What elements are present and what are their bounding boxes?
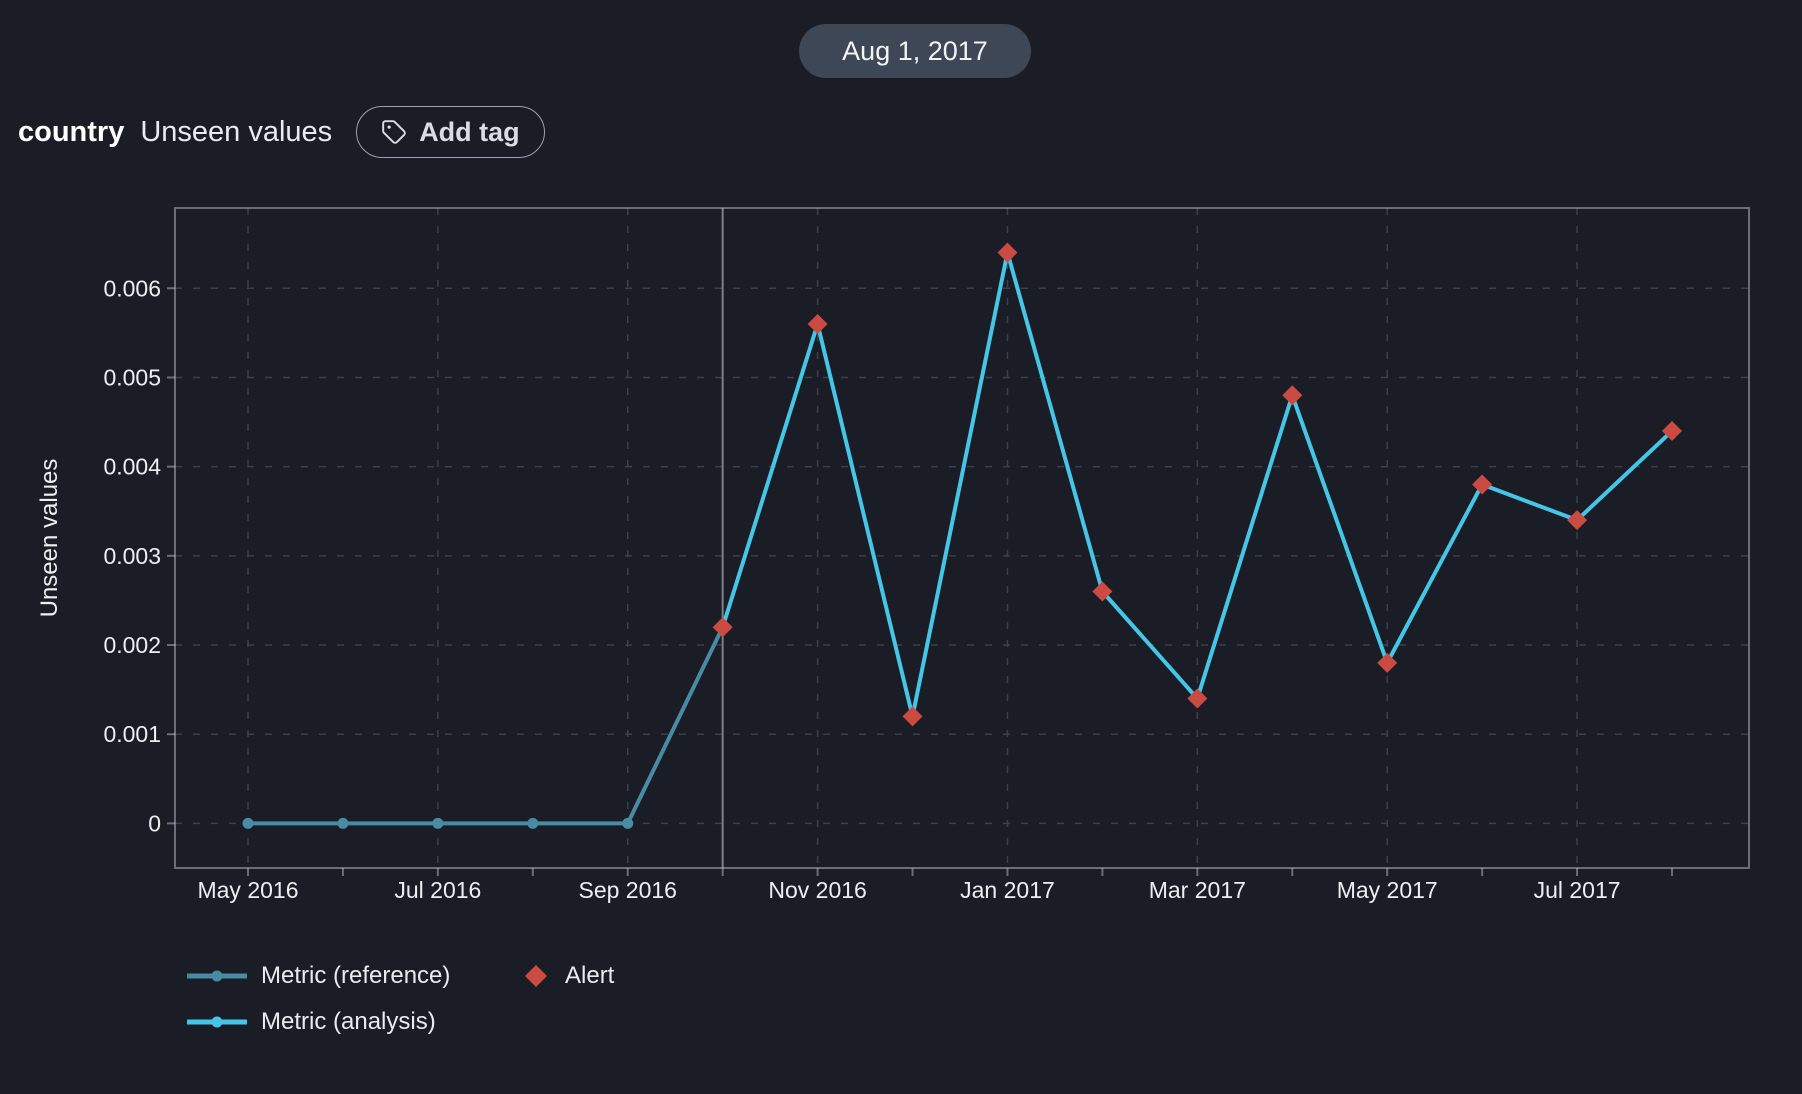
gridlines	[175, 208, 1749, 868]
svg-text:0.003: 0.003	[103, 543, 161, 569]
svg-text:Jul 2016: Jul 2016	[394, 877, 481, 903]
legend-row-1: Metric (reference) Alert	[186, 963, 614, 989]
legend-row-2: Metric (analysis)	[186, 1009, 614, 1035]
svg-text:Mar 2017: Mar 2017	[1149, 877, 1246, 903]
svg-text:Jan 2017: Jan 2017	[960, 877, 1055, 903]
reference-line	[248, 627, 723, 823]
svg-text:May 2016: May 2016	[197, 877, 298, 903]
line-chart-plot-area[interactable]: May 2016 Jul 2016 Sep 2016 Nov 2016 Jan 2017…	[0, 0, 1802, 1094]
plot-border	[175, 208, 1749, 868]
axis-ticks	[167, 288, 1672, 876]
svg-text:0.002: 0.002	[103, 632, 161, 658]
svg-text:Jul 2017: Jul 2017	[1534, 877, 1621, 903]
legend-label-reference[interactable]: Metric (reference)	[261, 962, 511, 990]
y-axis-title: Unseen values	[36, 459, 63, 618]
analysis-line-swatch[interactable]	[186, 1016, 248, 1028]
svg-text:Nov 2016: Nov 2016	[768, 877, 866, 903]
svg-text:May 2017: May 2017	[1337, 877, 1438, 903]
x-axis-labels: May 2016 Jul 2016 Sep 2016 Nov 2016 Jan 2017…	[197, 877, 1620, 903]
svg-text:0.001: 0.001	[103, 721, 161, 747]
legend-label-analysis[interactable]: Metric (analysis)	[261, 1008, 511, 1036]
svg-text:0.006: 0.006	[103, 275, 161, 301]
y-axis-labels: 0 0.001 0.002 0.003 0.004 0.005 0.006	[103, 275, 161, 836]
svg-text:0.005: 0.005	[103, 364, 161, 390]
svg-text:0: 0	[148, 810, 161, 836]
svg-text:0.004: 0.004	[103, 454, 161, 480]
reference-line-swatch[interactable]	[186, 970, 248, 982]
drift-chart-card: Aug 1, 2017 country Unseen values Add ta…	[0, 0, 1802, 1094]
chart-legend: Metric (reference) Alert Metric (analysi…	[186, 963, 614, 1035]
svg-text:Sep 2016: Sep 2016	[578, 877, 676, 903]
legend-label-alert[interactable]: Alert	[565, 962, 614, 990]
alert-diamond-swatch[interactable]	[523, 963, 549, 989]
reference-markers	[243, 622, 729, 829]
